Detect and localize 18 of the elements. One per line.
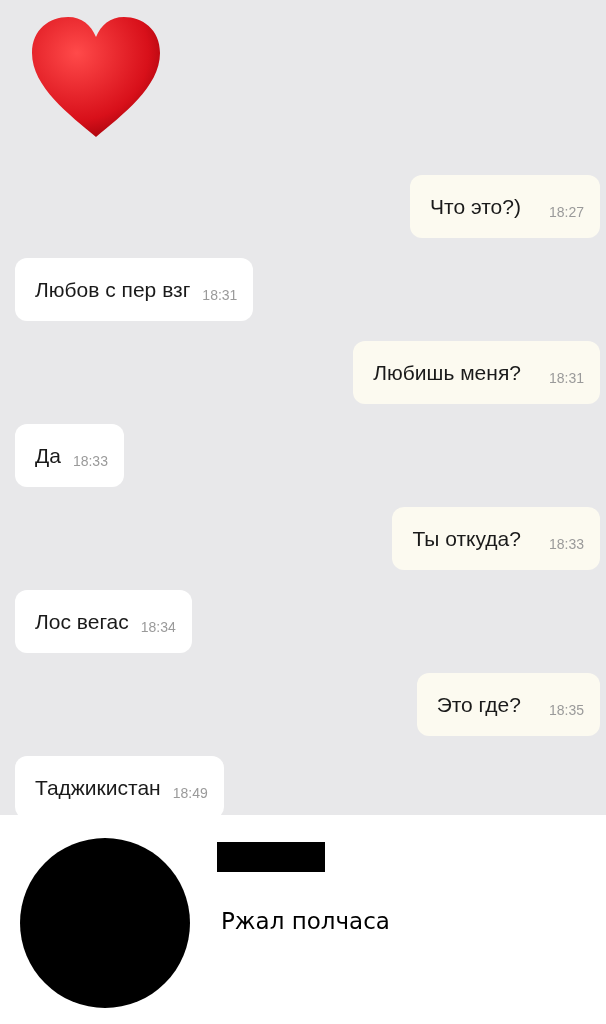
message-text: Таджикистан <box>35 775 161 800</box>
message-text: Любов с пер взг <box>35 277 191 302</box>
message-time: 18:35 <box>548 700 584 718</box>
message-text: Лос вегас <box>35 609 129 634</box>
message-time: 18:49 <box>172 783 208 801</box>
message-time: 18:33 <box>72 451 108 469</box>
message-text: Да <box>35 443 61 468</box>
message-time: 18:31 <box>548 368 584 386</box>
heart-icon <box>30 15 162 140</box>
message-time: 18:31 <box>202 285 238 303</box>
message-time: 18:27 <box>548 202 584 220</box>
message-time: 18:34 <box>140 617 176 635</box>
post-caption: Ржал полчаса <box>221 908 390 934</box>
message-time: 18:33 <box>548 534 584 552</box>
message-text: Любишь меня? <box>373 360 521 385</box>
message-text: Ты откуда? <box>412 526 521 551</box>
message-text: Это где? <box>436 692 521 717</box>
message-text: Что это?) <box>430 194 521 219</box>
